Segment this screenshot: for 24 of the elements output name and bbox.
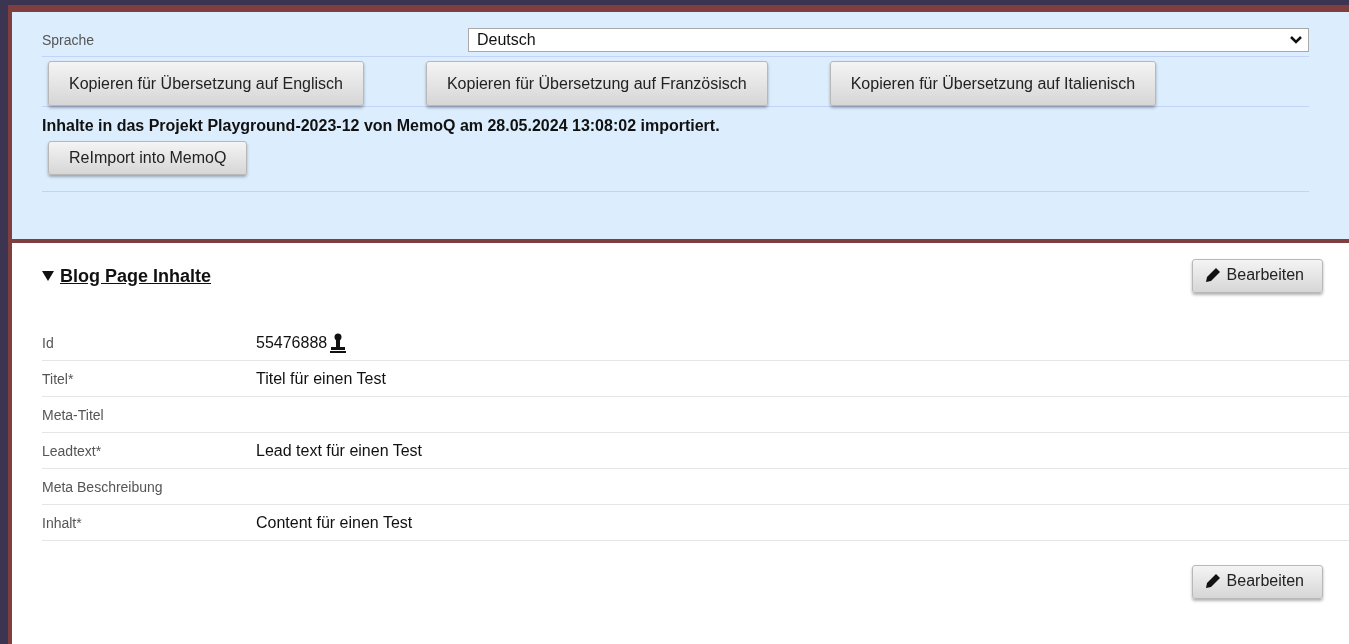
field-value: Lead text für einen Test [256, 441, 423, 460]
edit-button[interactable]: Bearbeiten [1191, 259, 1323, 293]
pencil-icon [1204, 267, 1221, 283]
edit-button[interactable]: Bearbeiten [1191, 565, 1323, 599]
stamp-icon [328, 332, 349, 353]
reimport-button[interactable]: ReImport into MemoQ [48, 141, 248, 175]
language-label: Sprache [42, 32, 96, 48]
field-label: Meta Beschreibung [42, 478, 164, 495]
field-label: Id [42, 334, 55, 351]
import-message: Inhalte in das Projekt Playground-2023-12 von MemoQ am 28.05.2024 13:08:02 importiert. [42, 117, 721, 135]
field-label: Leadtext* [42, 442, 103, 459]
field-value: Titel für einen Test [256, 369, 386, 388]
pencil-icon [1204, 573, 1221, 589]
chevron-down-icon [1290, 36, 1302, 44]
field-label: Meta-Titel [42, 406, 105, 423]
copy-translation-button[interactable]: Kopieren für Übersetzung auf Italienisch [829, 61, 1157, 106]
copy-translation-button[interactable]: Kopieren für Übersetzung auf Französisch [425, 61, 768, 106]
section-title-link[interactable]: Blog Page Inhalte [42, 265, 212, 287]
field-value: Content für einen Test [256, 513, 413, 532]
field-label: Titel* [42, 370, 75, 387]
field-value: 55476888 [256, 333, 328, 352]
language-select[interactable]: Deutsch [468, 28, 1309, 52]
field-label: Inhalt* [42, 514, 83, 531]
copy-translation-button[interactable]: Kopieren für Übersetzung auf Englisch [48, 61, 364, 106]
